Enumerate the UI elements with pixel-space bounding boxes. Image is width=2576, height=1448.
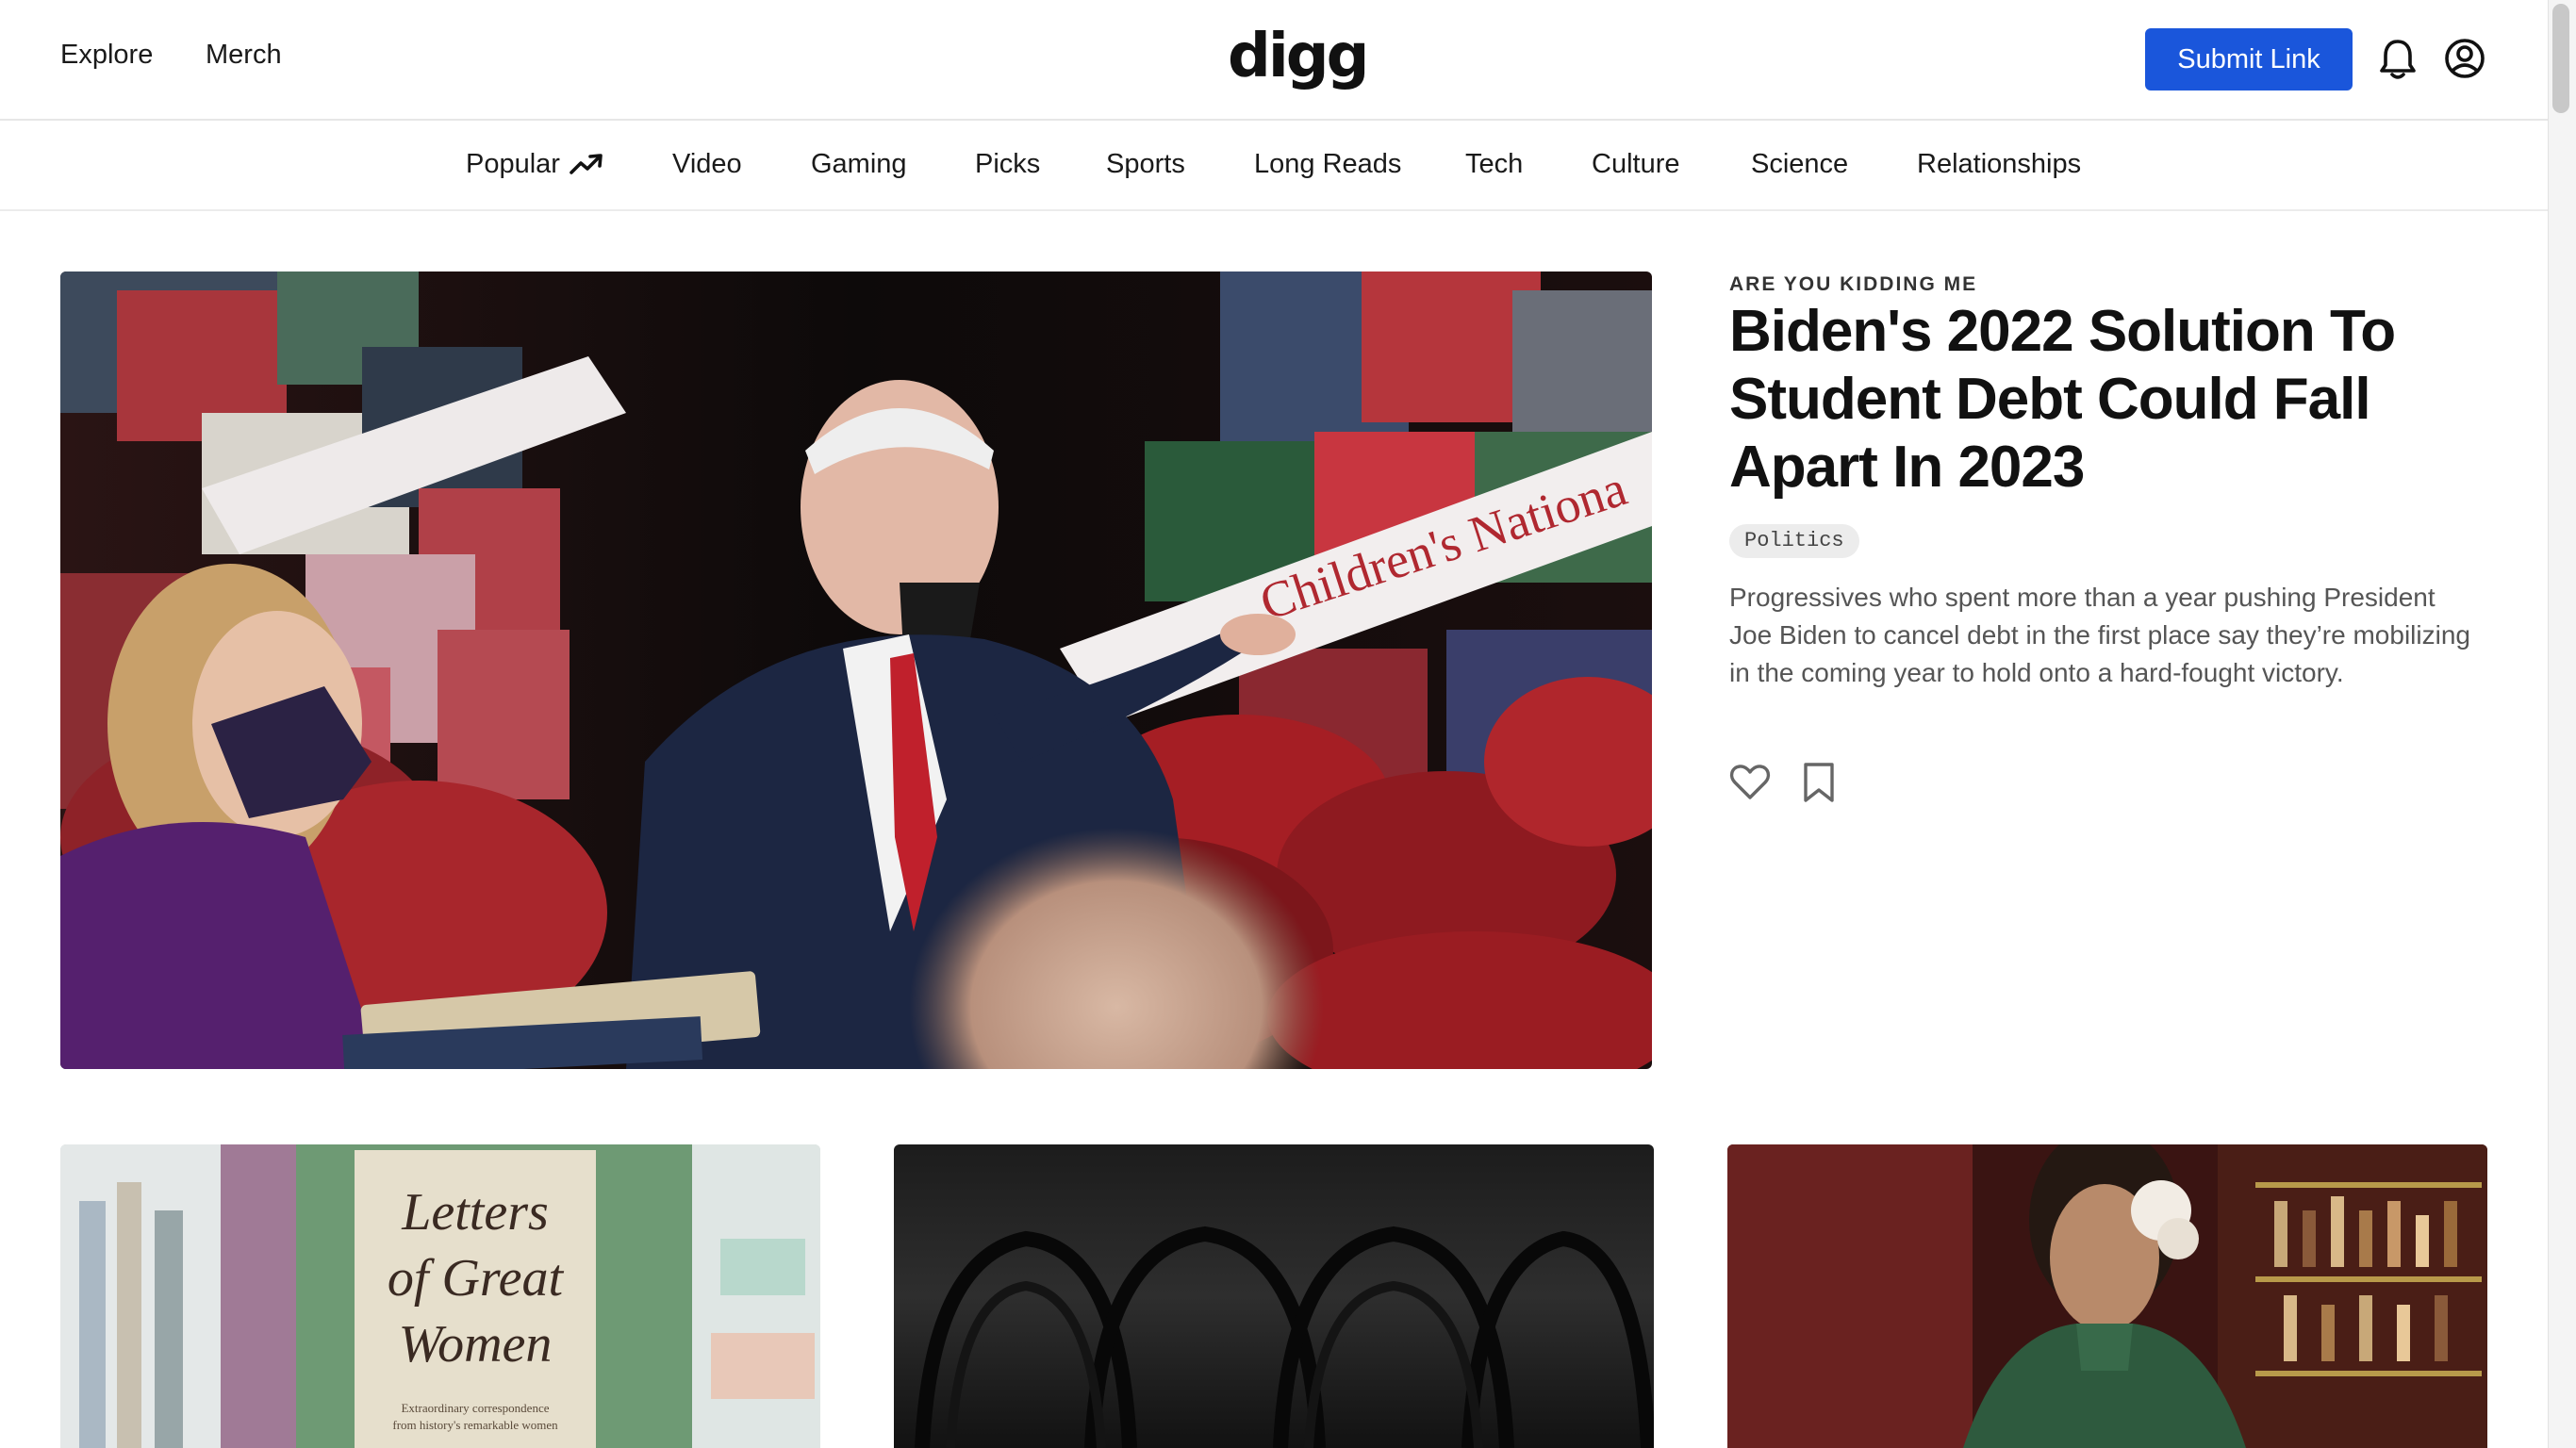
category-tag[interactable]: Politics bbox=[1729, 524, 1859, 558]
explore-link[interactable]: Explore bbox=[60, 40, 153, 71]
story-card-1[interactable]: Letters of Great Women Extraordinary cor… bbox=[60, 1144, 820, 1448]
story-card-2[interactable] bbox=[894, 1144, 1654, 1448]
bell-icon[interactable] bbox=[2379, 38, 2417, 81]
nav-item-picks[interactable]: Picks bbox=[975, 149, 1040, 180]
book-title-line3: Women bbox=[399, 1315, 553, 1374]
category-nav: Popular Video Gaming Picks Sports Long R… bbox=[0, 121, 2548, 211]
heart-icon[interactable] bbox=[1729, 764, 1771, 801]
merch-link[interactable]: Merch bbox=[206, 40, 282, 71]
nav-item-popular[interactable]: Popular bbox=[466, 149, 560, 180]
hero-kicker: ARE YOU KIDDING ME bbox=[1729, 273, 1978, 295]
book-subtitle-line2: from history's remarkable women bbox=[392, 1418, 558, 1432]
user-circle-icon[interactable] bbox=[2444, 38, 2485, 79]
hero-headline[interactable]: Biden's 2022 Solution To Student Debt Co… bbox=[1729, 298, 2502, 502]
nav-item-long-reads[interactable]: Long Reads bbox=[1254, 149, 1401, 180]
scrollbar-thumb[interactable] bbox=[2552, 4, 2569, 113]
book-title-line2: of Great bbox=[388, 1249, 565, 1308]
nav-item-science[interactable]: Science bbox=[1751, 149, 1848, 180]
bookmark-icon[interactable] bbox=[1803, 762, 1835, 803]
hero-image[interactable]: Children's Nationa bbox=[60, 272, 1652, 1069]
top-header: Explore Merch digg Submit Link bbox=[0, 0, 2548, 121]
nav-item-sports[interactable]: Sports bbox=[1106, 149, 1185, 180]
nav-item-relationships[interactable]: Relationships bbox=[1917, 149, 2081, 180]
hero-summary: Progressives who spent more than a year … bbox=[1729, 583, 2470, 687]
submit-link-button[interactable]: Submit Link bbox=[2145, 28, 2353, 90]
nav-item-tech[interactable]: Tech bbox=[1465, 149, 1523, 180]
digg-logo[interactable]: digg bbox=[1228, 25, 1369, 89]
nav-item-gaming[interactable]: Gaming bbox=[811, 149, 907, 180]
book-subtitle-line1: Extraordinary correspondence bbox=[401, 1401, 549, 1415]
trending-up-icon bbox=[570, 153, 603, 175]
scrollbar-track[interactable] bbox=[2548, 0, 2576, 1448]
nav-item-culture[interactable]: Culture bbox=[1592, 149, 1680, 180]
book-title-line1: Letters bbox=[401, 1183, 549, 1242]
story-card-3[interactable] bbox=[1727, 1144, 2487, 1448]
nav-item-video[interactable]: Video bbox=[672, 149, 742, 180]
logo-text: digg bbox=[1228, 22, 1369, 91]
